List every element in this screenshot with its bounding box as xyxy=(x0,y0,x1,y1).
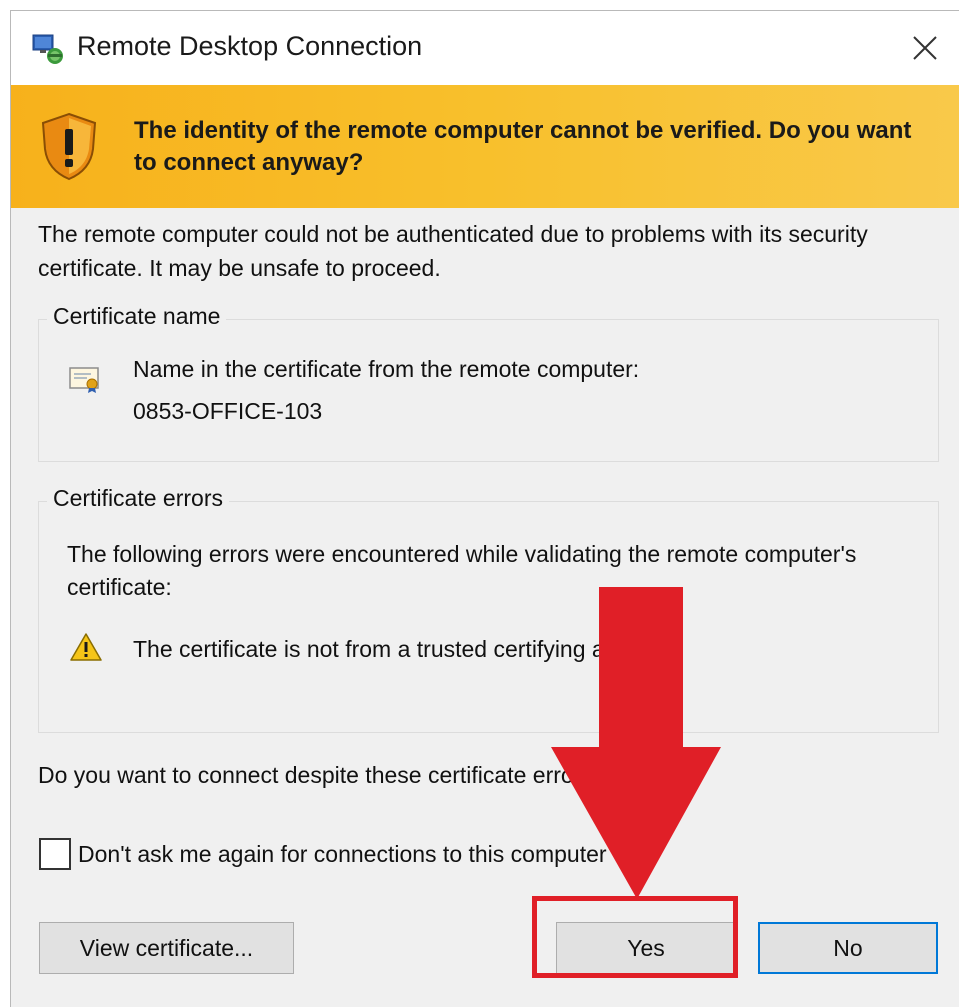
close-icon xyxy=(913,36,937,60)
certificate-name-value: 0853-OFFICE-103 xyxy=(133,398,323,424)
certificate-errors-legend: Certificate errors xyxy=(47,485,229,512)
certificate-error-item: The certificate is not from a trusted ce… xyxy=(133,636,685,662)
remote-desktop-icon xyxy=(31,33,65,65)
title-bar: Remote Desktop Connection xyxy=(11,11,959,85)
window-title: Remote Desktop Connection xyxy=(77,31,423,61)
dont-ask-checkbox[interactable] xyxy=(39,838,71,870)
certificate-errors-intro: The following errors were encountered wh… xyxy=(67,541,857,600)
banner-message: The identity of the remote computer cann… xyxy=(134,117,912,176)
no-button[interactable]: No xyxy=(758,922,938,974)
shield-warning-icon xyxy=(39,111,99,181)
close-button[interactable] xyxy=(890,11,959,85)
certificate-errors-group: Certificate errors The following errors … xyxy=(38,485,939,733)
certificate-name-legend: Certificate name xyxy=(47,303,227,330)
intro-text: The remote computer could not be authent… xyxy=(38,221,868,281)
yes-button[interactable]: Yes xyxy=(556,922,736,974)
dont-ask-label[interactable]: Don't ask me again for connections to th… xyxy=(78,841,607,868)
warning-banner: The identity of the remote computer cann… xyxy=(11,85,959,208)
dialog-window: Remote Desktop Connection The identity o… xyxy=(10,10,959,1007)
confirm-question: Do you want to connect despite these cer… xyxy=(38,762,606,788)
view-certificate-button[interactable]: View certificate... xyxy=(39,922,294,974)
certificate-name-group: Certificate name Name in the certificate… xyxy=(38,303,939,462)
certificate-name-label: Name in the certificate from the remote … xyxy=(133,356,640,382)
certificate-icon xyxy=(69,365,101,393)
warning-icon xyxy=(69,632,103,662)
